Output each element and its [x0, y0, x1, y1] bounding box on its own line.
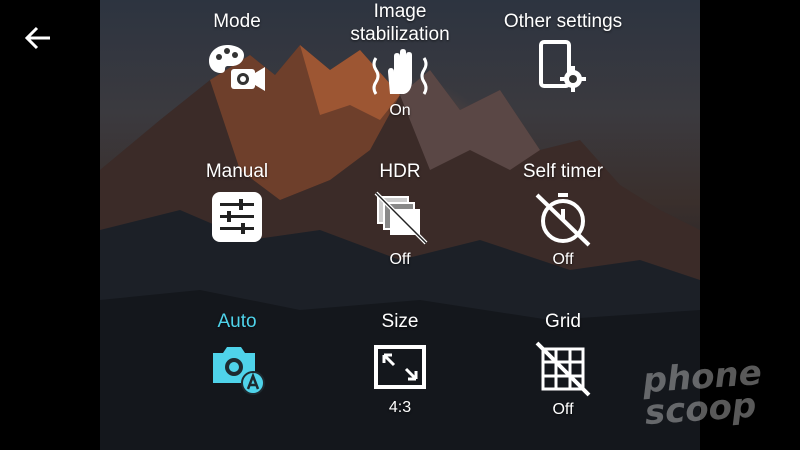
auto-setting[interactable]: Auto [157, 310, 317, 395]
manual-label: Manual [205, 161, 269, 182]
self-timer-setting[interactable]: Self timer Off [483, 160, 643, 269]
size-status: 4:3 [388, 399, 412, 416]
arrow-left-icon [24, 26, 50, 50]
camera-viewfinder: Mode Image stabilization On Other settin… [100, 0, 700, 450]
timer-off-icon [535, 193, 591, 247]
auto-label: Auto [217, 311, 257, 332]
sliders-icon [212, 192, 262, 242]
hand-shake-icon [372, 49, 428, 95]
image-stabilization-status: On [389, 102, 411, 119]
grid-off-icon [535, 341, 591, 397]
camera-auto-icon [213, 347, 265, 395]
grid-status: Off [552, 401, 574, 418]
hdr-off-icon [374, 191, 428, 245]
manual-setting[interactable]: Manual [157, 160, 317, 245]
grid-setting[interactable]: Grid Off [483, 310, 643, 419]
mode-label: Mode [213, 11, 261, 32]
other-settings-label: Other settings [503, 11, 623, 32]
grid-label: Grid [545, 311, 581, 332]
other-settings-setting[interactable]: Other settings [483, 10, 643, 95]
self-timer-label: Self timer [522, 161, 604, 182]
hdr-setting[interactable]: HDR Off [320, 160, 480, 269]
left-black-bar [0, 0, 100, 450]
phone-settings-icon [539, 40, 586, 92]
hdr-label: HDR [379, 161, 421, 182]
hdr-status: Off [389, 251, 411, 268]
watermark-line-2: scoop [643, 385, 758, 434]
aspect-ratio-icon [374, 345, 426, 389]
self-timer-status: Off [552, 251, 574, 268]
back-button[interactable] [18, 20, 58, 56]
phonescoop-watermark: phone scoop [641, 353, 797, 440]
palette-video-icon [209, 45, 265, 91]
size-setting[interactable]: Size 4:3 [320, 310, 480, 417]
image-stabilization-label: Image stabilization [350, 1, 450, 45]
mode-setting[interactable]: Mode [157, 10, 317, 95]
image-stabilization-setting[interactable]: Image stabilization On [320, 0, 480, 120]
size-label: Size [381, 311, 419, 332]
